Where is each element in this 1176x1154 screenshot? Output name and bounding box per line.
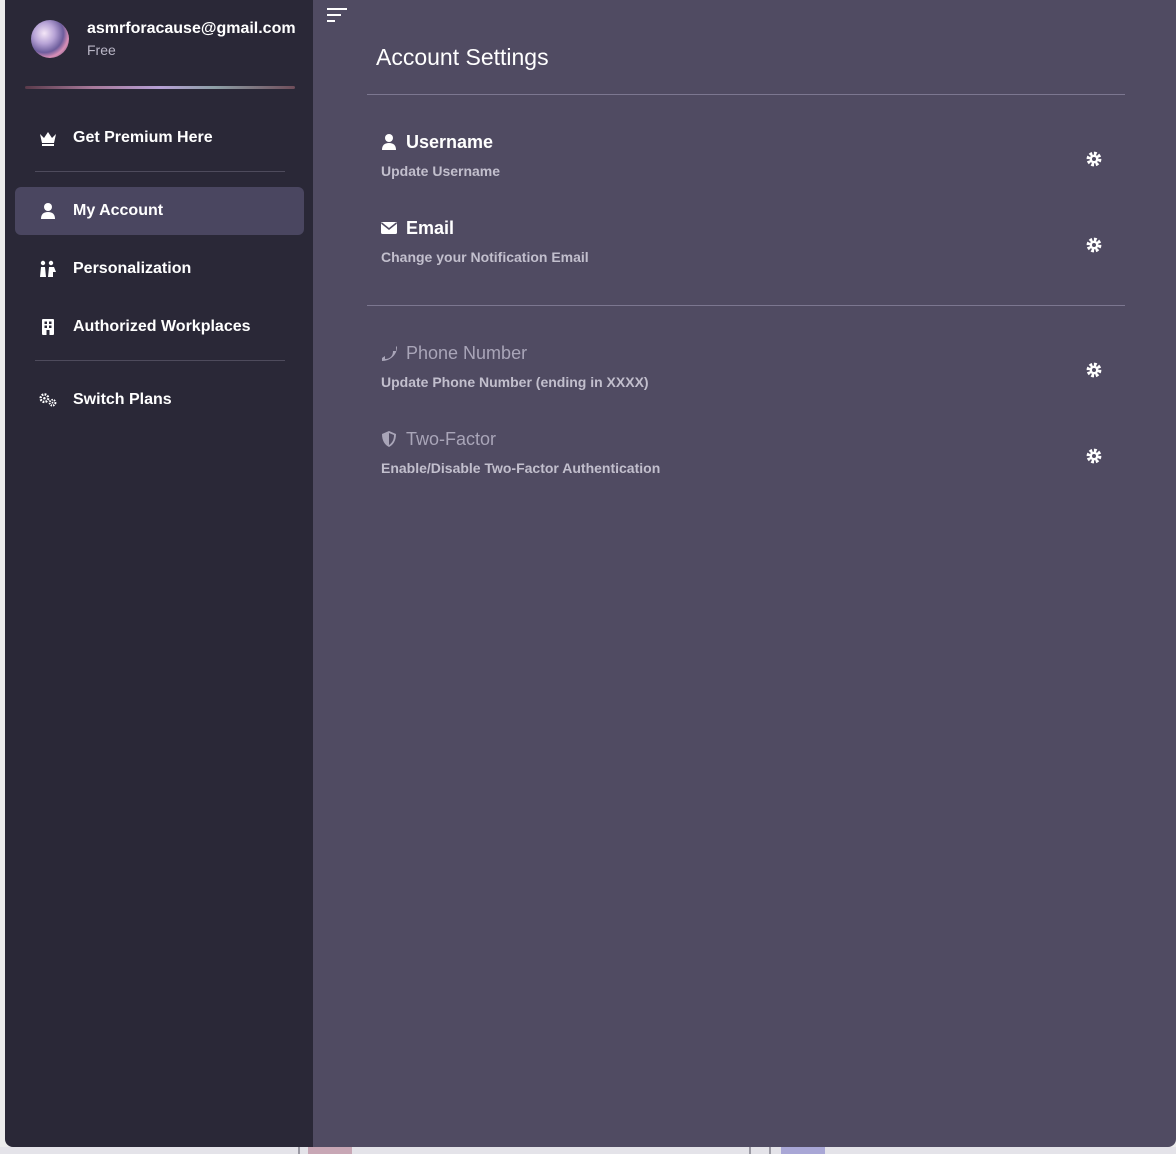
user-profile[interactable]: asmrforacause@gmail.com Free: [31, 18, 296, 60]
section-divider: [367, 305, 1125, 306]
setting-two-factor[interactable]: Two-Factor Enable/Disable Two-Factor Aut…: [381, 427, 1125, 491]
profile-text: asmrforacause@gmail.com Free: [87, 18, 296, 60]
main-content: Account Settings Username Update Usernam…: [313, 0, 1176, 1147]
setting-description: Update Username: [381, 163, 501, 179]
setting-title: Two-Factor: [406, 428, 497, 449]
setting-phone-number[interactable]: Phone Number Update Phone Number (ending…: [381, 341, 1125, 405]
sidebar-item-authorized-workplaces[interactable]: Authorized Workplaces: [15, 303, 304, 351]
setting-title: Email: [406, 217, 455, 238]
setting-title: Username: [406, 131, 494, 152]
sidebar-item-switch-plans[interactable]: Switch Plans: [15, 376, 304, 424]
setting-description: Update Phone Number (ending in XXXX): [381, 374, 649, 390]
gear-icon[interactable]: [1085, 150, 1103, 168]
setting-title: Phone Number: [406, 342, 528, 363]
setting-email[interactable]: Email Change your Notification Email: [381, 216, 1125, 280]
title-divider: [367, 94, 1125, 95]
setting-username[interactable]: Username Update Username: [381, 130, 1125, 194]
sidebar-item-label: Get Premium Here: [73, 129, 213, 146]
envelope-icon: [381, 220, 397, 236]
background-swatch: [781, 1147, 825, 1154]
sidebar-divider: [35, 360, 285, 361]
sidebar-item-label: My Account: [73, 202, 164, 219]
building-icon: [39, 318, 57, 336]
gear-icon[interactable]: [1085, 236, 1103, 254]
gears-icon: [39, 391, 57, 409]
sidebar-item-personalization[interactable]: Personalization: [15, 245, 304, 293]
gear-icon[interactable]: [1085, 361, 1103, 379]
sidebar-item-my-account[interactable]: My Account: [15, 187, 304, 235]
background-strip: [0, 1147, 1176, 1154]
user-plan: Free: [87, 42, 116, 58]
sidebar-divider: [35, 171, 285, 172]
phone-icon: [381, 345, 397, 361]
page-title: Account Settings: [376, 44, 549, 70]
sidebar-item-label: Switch Plans: [73, 391, 172, 408]
user-icon: [39, 202, 57, 220]
background-divider: [749, 1147, 751, 1154]
crown-icon: [39, 129, 57, 147]
sidebar: asmrforacause@gmail.com Free Get Premium…: [5, 0, 313, 1147]
setting-description: Change your Notification Email: [381, 249, 589, 265]
sidebar-item-label: Personalization: [73, 260, 192, 277]
background-divider: [298, 1147, 300, 1154]
shield-icon: [381, 431, 397, 447]
user-icon: [381, 134, 397, 150]
profile-divider: [25, 86, 295, 89]
setting-description: Enable/Disable Two-Factor Authentication: [381, 460, 661, 476]
background-divider: [769, 1147, 771, 1154]
background-swatch: [308, 1147, 352, 1154]
sidebar-item-get-premium[interactable]: Get Premium Here: [15, 114, 304, 162]
menu-toggle-icon[interactable]: [325, 4, 351, 26]
gear-icon[interactable]: [1085, 447, 1103, 465]
sidebar-item-label: Authorized Workplaces: [73, 318, 251, 335]
personalization-icon: [39, 260, 57, 278]
settings-window: asmrforacause@gmail.com Free Get Premium…: [5, 0, 1176, 1147]
avatar[interactable]: [31, 20, 69, 58]
user-email: asmrforacause@gmail.com: [87, 20, 296, 37]
